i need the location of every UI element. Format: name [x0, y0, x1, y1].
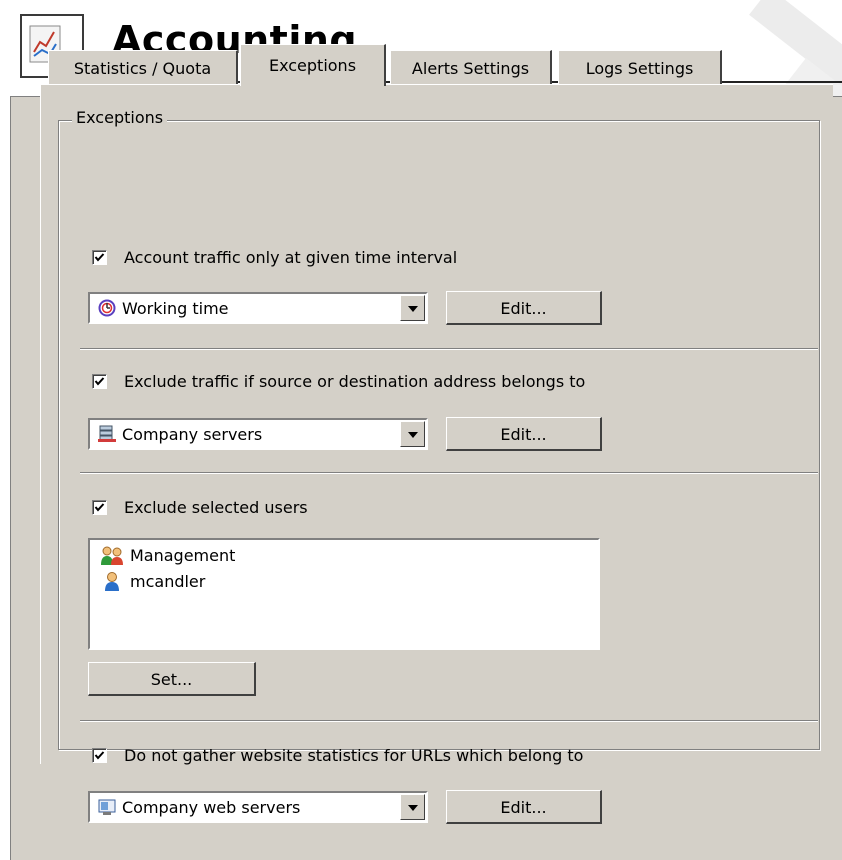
- time-interval-edit-button[interactable]: Edit...: [446, 291, 602, 325]
- user-icon: [100, 572, 126, 596]
- address-group-label: Exclude traffic if source or destination…: [124, 372, 586, 391]
- users-listbox[interactable]: Management mcandler: [88, 538, 600, 650]
- tab-logs-settings[interactable]: Logs Settings: [558, 50, 722, 84]
- tab-bar: Statistics / Quota Exceptions Alerts Set…: [40, 44, 830, 86]
- url-group-select[interactable]: Company web servers: [88, 791, 428, 823]
- chevron-down-icon[interactable]: [400, 794, 425, 820]
- time-interval-checkbox[interactable]: [92, 250, 107, 265]
- exclude-users-label: Exclude selected users: [124, 498, 308, 517]
- address-group-checkbox[interactable]: [92, 374, 107, 389]
- user-name: mcandler: [130, 572, 206, 591]
- tab-alerts-settings[interactable]: Alerts Settings: [390, 50, 552, 84]
- address-group-select[interactable]: Company servers: [88, 418, 428, 450]
- checkmark-icon: [94, 503, 105, 512]
- time-interval-label: Account traffic only at given time inter…: [124, 248, 458, 267]
- separator: [80, 720, 818, 722]
- set-users-button[interactable]: Set...: [88, 662, 256, 696]
- checkmark-icon: [94, 751, 105, 760]
- checkmark-icon: [94, 253, 105, 262]
- clock-icon: [98, 299, 116, 322]
- web-servers-icon: [98, 798, 116, 821]
- tab-statistics-quota[interactable]: Statistics / Quota: [48, 50, 238, 84]
- address-group-value: Company servers: [122, 425, 263, 444]
- separator: [80, 348, 818, 350]
- time-interval-select[interactable]: Working time: [88, 292, 428, 324]
- user-group-icon: [100, 546, 126, 570]
- checkmark-icon: [94, 377, 105, 386]
- url-group-checkbox[interactable]: [92, 748, 107, 763]
- exceptions-group-label: Exceptions: [72, 108, 168, 127]
- chevron-down-icon[interactable]: [400, 295, 425, 321]
- time-interval-value: Working time: [122, 299, 229, 318]
- address-group-edit-button[interactable]: Edit...: [446, 417, 602, 451]
- separator: [80, 472, 818, 474]
- url-group-value: Company web servers: [122, 798, 301, 817]
- tab-exceptions[interactable]: Exceptions: [240, 44, 386, 86]
- url-group-label: Do not gather website statistics for URL…: [124, 746, 584, 765]
- url-group-edit-button[interactable]: Edit...: [446, 790, 602, 824]
- exclude-users-checkbox[interactable]: [92, 500, 107, 515]
- chevron-down-icon[interactable]: [400, 421, 425, 447]
- servers-icon: [98, 425, 116, 448]
- user-group-name: Management: [130, 546, 236, 565]
